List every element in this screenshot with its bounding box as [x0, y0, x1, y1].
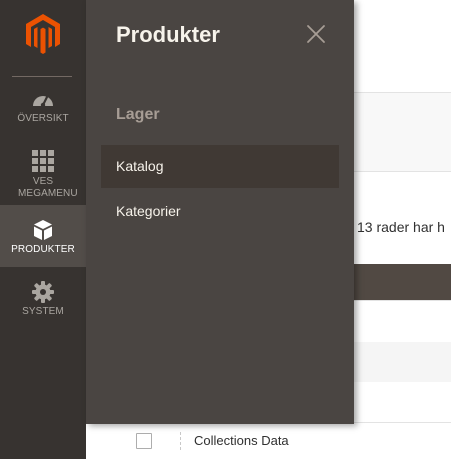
row-checkbox[interactable] [136, 433, 152, 449]
row-title-cell: Collections Data [194, 433, 289, 448]
admin-sidebar: ÖVERSIKT VES MEGAMENU PRODUKTER SYSTEM [0, 0, 86, 459]
box-icon [34, 220, 52, 240]
sidebar-item-system[interactable]: SYSTEM [0, 281, 86, 321]
submenu-item-katalog[interactable]: Katalog [101, 145, 339, 188]
column-separator [180, 432, 182, 450]
submenu-item-kategorier[interactable]: Kategorier [101, 190, 339, 233]
sidebar-item-label: PRODUKTER [11, 244, 75, 255]
submenu-section-title: Lager [116, 106, 160, 123]
table-row[interactable]: Collections Data [116, 422, 451, 460]
sidebar-item-label: SYSTEM [22, 306, 64, 317]
records-count: 13 rader har h [357, 219, 445, 235]
sidebar-item-ves-megamenu[interactable]: VES MEGAMENU [0, 150, 86, 202]
logo-divider [12, 76, 72, 77]
products-submenu: Produkter Lager Katalog Kategorier [86, 0, 354, 424]
speedometer-icon [33, 95, 53, 108]
grid-icon [32, 150, 54, 172]
close-icon[interactable] [306, 24, 326, 44]
sidebar-item-label: ÖVERSIKT [17, 113, 69, 124]
magento-logo[interactable] [23, 13, 63, 55]
submenu-title: Produkter [116, 22, 220, 47]
sidebar-item-oversikt[interactable]: ÖVERSIKT [0, 90, 86, 136]
sidebar-item-label: VES MEGAMENU [18, 176, 78, 199]
gear-icon [32, 281, 54, 303]
sidebar-item-produkter[interactable]: PRODUKTER [0, 205, 86, 267]
